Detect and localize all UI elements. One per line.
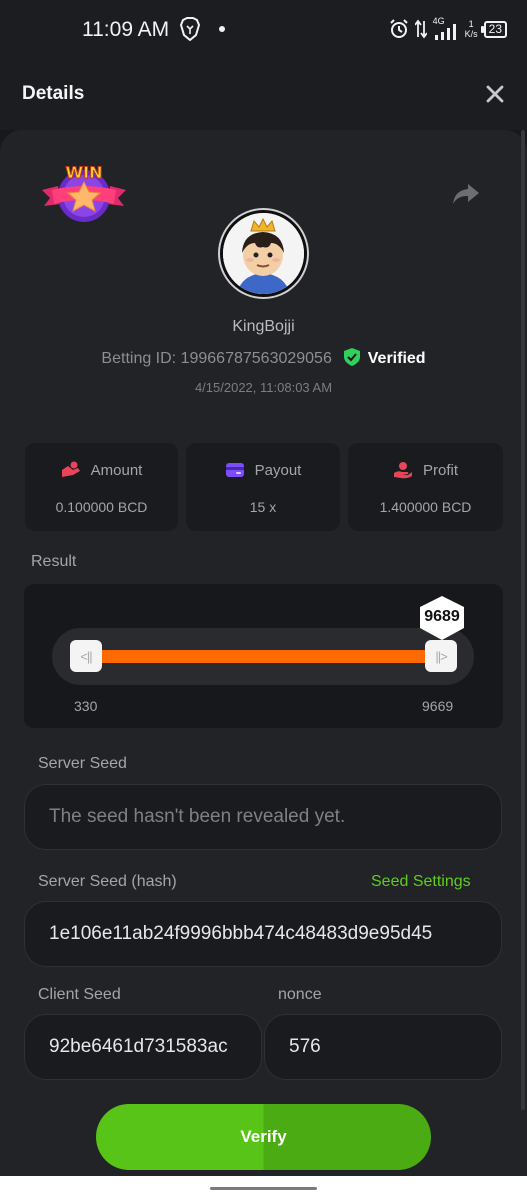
- result-slider-fill: [88, 650, 438, 663]
- stat-payout: Payout 15 x: [186, 443, 340, 531]
- home-indicator[interactable]: [210, 1187, 317, 1190]
- page-title: Details: [22, 83, 85, 104]
- range-min: 330: [74, 698, 98, 714]
- server-seed-field[interactable]: The seed hasn't been revealed yet.: [24, 784, 502, 850]
- result-value: 9689: [424, 608, 460, 625]
- nonce-value: 576: [289, 1036, 321, 1057]
- brave-icon: [180, 17, 200, 41]
- speed-unit: K/s: [464, 29, 478, 39]
- network-speed: 1 K/s: [465, 19, 478, 39]
- handle-grip-icon: <||: [80, 648, 92, 664]
- stat-payout-value: 15 x: [249, 499, 277, 515]
- data-transfer-icon: [414, 19, 427, 39]
- range-max: 9669: [422, 698, 454, 714]
- status-icons: 4G 1 K/s 23: [389, 16, 507, 42]
- betting-id-row: Betting ID: 19966787563029056 Verified: [0, 348, 527, 368]
- status-time: 11:09 AM: [82, 18, 170, 41]
- status-bar: 11:09 AM 4G 1 K/s 23: [0, 0, 527, 58]
- win-badge-icon: WIN: [42, 163, 126, 222]
- win-badge-text: WIN: [66, 163, 103, 182]
- client-seed-label: Client Seed: [38, 986, 121, 1003]
- notification-dot: [219, 26, 225, 32]
- amount-icon: [61, 461, 80, 477]
- seed-settings-link[interactable]: Seed Settings: [371, 873, 471, 891]
- result-label: Result: [31, 553, 77, 570]
- stat-amount-value: 0.100000 BCD: [55, 499, 148, 515]
- stat-profit-value: 1.400000 BCD: [379, 499, 472, 515]
- battery-icon: 23: [480, 20, 507, 38]
- nonce-field[interactable]: 576: [264, 1014, 502, 1080]
- stat-profit: Profit 1.400000 BCD: [348, 443, 503, 531]
- server-seed-hash-value: 1e106e11ab24f9996bbb474c48483d9e95d45: [49, 923, 433, 944]
- avatar-image: [223, 213, 304, 294]
- server-seed-hash-label: Server Seed (hash): [38, 873, 177, 890]
- client-seed-value: 92be6461d731583ac: [49, 1036, 228, 1057]
- scrollbar[interactable]: [521, 130, 525, 1110]
- close-icon[interactable]: [483, 82, 507, 106]
- verify-button[interactable]: Verify: [96, 1104, 431, 1170]
- betting-id[interactable]: 19966787563029056: [181, 350, 332, 367]
- signal-icon: 4G: [433, 16, 459, 40]
- nonce-label: nonce: [278, 986, 322, 1003]
- alarm-icon: [389, 19, 408, 38]
- username: KingBojji: [232, 318, 295, 335]
- stat-profit-label: Profit: [422, 461, 458, 479]
- server-seed-label: Server Seed: [38, 755, 127, 772]
- share-icon[interactable]: [452, 182, 480, 206]
- handle-grip-icon: ||>: [435, 648, 447, 664]
- verified-label: Verified: [367, 350, 426, 367]
- details-header: Details: [0, 58, 527, 130]
- stat-payout-label: Payout: [254, 461, 302, 479]
- slider-handle-left[interactable]: <||: [70, 640, 102, 672]
- verified-shield-icon: [344, 348, 361, 366]
- speed-value: 1: [468, 19, 474, 29]
- client-seed-field[interactable]: 92be6461d731583ac: [24, 1014, 262, 1080]
- slider-handle-right[interactable]: ||>: [425, 640, 457, 672]
- profit-icon: [393, 462, 412, 479]
- server-seed-value: The seed hasn't been revealed yet.: [49, 806, 346, 827]
- payout-icon: [225, 463, 244, 477]
- betting-id-label: Betting ID:: [101, 350, 177, 367]
- bet-timestamp: 4/15/2022, 11:08:03 AM: [194, 380, 333, 395]
- stat-amount: Amount 0.100000 BCD: [25, 443, 178, 531]
- server-seed-hash-field[interactable]: 1e106e11ab24f9996bbb474c48483d9e95d45: [24, 901, 502, 967]
- battery-level: 23: [488, 21, 502, 36]
- stat-amount-label: Amount: [90, 461, 143, 479]
- avatar: [220, 210, 307, 297]
